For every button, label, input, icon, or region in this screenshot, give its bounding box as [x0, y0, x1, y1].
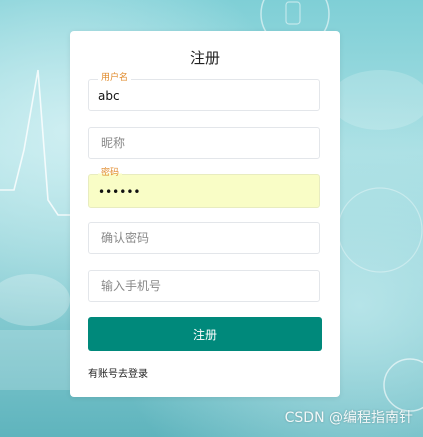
- phone-field[interactable]: [88, 270, 320, 302]
- register-button[interactable]: 注册: [88, 317, 322, 351]
- username-input[interactable]: [89, 80, 319, 110]
- phone-input[interactable]: [89, 271, 319, 301]
- confirm-password-field[interactable]: [88, 222, 320, 254]
- register-card: 注册 用户名 密码 注册 有账号去登录: [70, 31, 340, 397]
- watermark: CSDN @编程指南针: [284, 410, 413, 426]
- login-link[interactable]: 有账号去登录: [88, 365, 148, 380]
- confirm-password-input[interactable]: [89, 223, 319, 253]
- page-title: 注册: [189, 49, 220, 67]
- password-input[interactable]: [89, 175, 319, 207]
- username-field[interactable]: 用户名: [88, 72, 320, 111]
- password-field[interactable]: 密码: [88, 167, 320, 208]
- nickname-input[interactable]: [89, 128, 319, 158]
- nickname-field[interactable]: [88, 127, 320, 159]
